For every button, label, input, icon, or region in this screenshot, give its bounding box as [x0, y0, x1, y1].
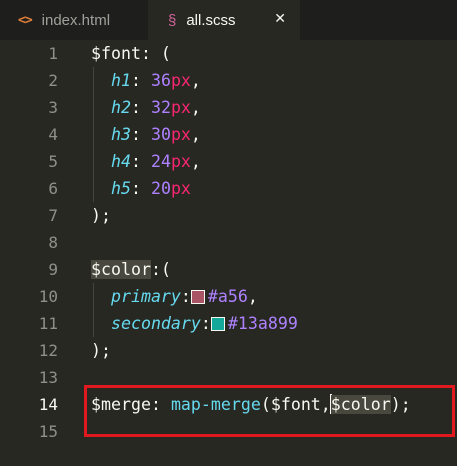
code-token: px [170, 179, 191, 198]
code-text: h1: 36px, [91, 67, 201, 94]
code-token: #13a899 [227, 314, 298, 333]
code-token: 24 [150, 152, 171, 171]
code-token: 32 [150, 98, 171, 117]
code-line[interactable]: 12); [0, 337, 457, 364]
code-token: : [130, 152, 151, 171]
code-token: , [247, 287, 258, 306]
code-token: 20 [150, 179, 171, 198]
code-token: , [190, 125, 201, 144]
code-token: : [130, 71, 151, 90]
code-token: 30 [150, 125, 171, 144]
line-number: 3 [48, 98, 58, 117]
color-swatch [190, 290, 205, 304]
code-token: 36 [150, 71, 171, 90]
line-number: 10 [38, 287, 58, 306]
code-text: ); [91, 202, 111, 229]
code-token: , [190, 152, 201, 171]
code-token: secondary [110, 314, 201, 333]
line-number: 1 [48, 44, 58, 63]
code-token: $font [91, 44, 141, 63]
code-token: px [170, 125, 191, 144]
code-text: h2: 32px, [91, 94, 201, 121]
code-token: px [170, 98, 191, 117]
code-text: h4: 24px, [91, 148, 201, 175]
color-swatch [210, 317, 225, 331]
code-token: : [130, 179, 151, 198]
code-token: px [170, 152, 191, 171]
code-token: h4 [110, 152, 131, 171]
code-line[interactable]: 10 primary: #a56, [0, 283, 457, 310]
code-text: $color:( [91, 256, 171, 283]
line-number: 11 [38, 314, 58, 333]
line-number: 4 [48, 125, 58, 144]
sass-icon: § [168, 11, 177, 29]
code-token: , [190, 98, 201, 117]
code-token: ); [91, 341, 111, 360]
code-token: primary [110, 287, 181, 306]
code-line[interactable]: 2 h1: 36px, [0, 67, 457, 94]
code-line[interactable]: 1 $font: ( [0, 40, 457, 67]
code-token: h3 [110, 125, 131, 144]
code-token: h2 [110, 98, 131, 117]
tab-label: all.scss [186, 11, 236, 29]
code-line[interactable]: 5 h4: 24px, [0, 148, 457, 175]
line-number: 15 [38, 422, 58, 441]
code-line[interactable]: 7); [0, 202, 457, 229]
line-number: 6 [48, 179, 58, 198]
code-line[interactable]: 4 h3: 30px, [0, 121, 457, 148]
code-token: px [170, 71, 191, 90]
code-token: $color [91, 260, 151, 279]
code-token: : [180, 287, 191, 306]
code-icon: <> [18, 12, 33, 28]
line-number: 9 [48, 260, 58, 279]
code-text: $font: ( [91, 40, 171, 67]
code-line[interactable]: 3 h2: 32px, [0, 94, 457, 121]
code-token: #a56 [207, 287, 248, 306]
line-number: 12 [38, 341, 58, 360]
tab-index-html[interactable]: <> index.html [0, 0, 148, 40]
code-token: : ( [140, 44, 171, 63]
code-text: h3: 30px, [91, 121, 201, 148]
code-text: h5: 20px [91, 175, 191, 202]
code-token: ); [91, 206, 111, 225]
code-token: : [200, 314, 211, 333]
code-line[interactable]: 8 [0, 229, 457, 256]
highlight-box [84, 385, 455, 437]
tab-label: index.html [41, 11, 111, 29]
code-line[interactable]: 9 $color:( [0, 256, 457, 283]
tab-all-scss[interactable]: § all.scss ✕ [148, 0, 300, 40]
close-tab-button[interactable]: ✕ [274, 11, 286, 27]
code-line[interactable]: 6 h5: 20px [0, 175, 457, 202]
line-number: 7 [48, 206, 58, 225]
code-text: secondary: #13a899 [91, 310, 298, 337]
tab-bar: <> index.html § all.scss ✕ [0, 0, 457, 40]
line-number: 14 [38, 395, 58, 414]
line-number: 8 [48, 233, 58, 252]
code-token: , [190, 71, 201, 90]
code-text: ); [91, 337, 111, 364]
line-number: 2 [48, 71, 58, 90]
code-token: :( [150, 260, 171, 279]
code-token: : [130, 98, 151, 117]
code-token: h5 [110, 179, 131, 198]
code-text: primary: #a56, [91, 283, 258, 310]
line-number: 5 [48, 152, 58, 171]
line-number: 13 [38, 368, 58, 387]
code-token: h1 [110, 71, 131, 90]
code-line[interactable]: 11 secondary: #13a899 [0, 310, 457, 337]
code-token: : [130, 125, 151, 144]
